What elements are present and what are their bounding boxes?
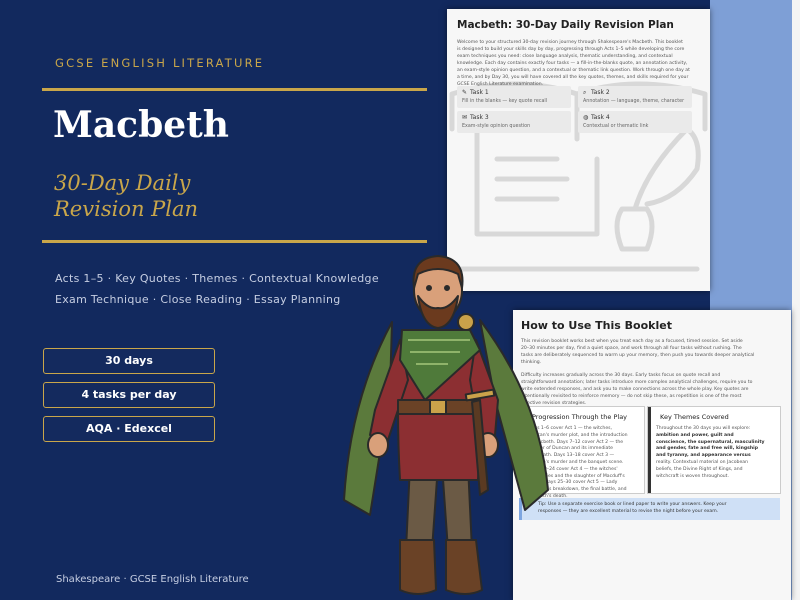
pill-tasks: 4 tasks per day <box>43 382 215 408</box>
task-card-2: ⌕ Task 2 Annotation — language, theme, ch… <box>578 86 692 108</box>
box-accent <box>648 407 651 493</box>
howto-para-2: Difficulty increases gradually across th… <box>521 372 783 407</box>
box-line: beliefs, the Divine Right of Kings, and <box>656 466 743 472</box>
cover-page: GCSE ENGLISH LITERATURE Macbeth 30-Day D… <box>0 0 800 600</box>
intro-line: knowledge. Each day contains exactly fou… <box>457 61 688 66</box>
pencil-icon: ✎ <box>462 89 468 96</box>
cover-footer: Shakespeare · GCSE English Literature <box>56 574 249 585</box>
gold-divider-top <box>42 88 427 91</box>
gold-divider-bottom <box>42 240 427 243</box>
subtitle-line-2: Revision Plan <box>54 197 199 221</box>
para-line: thinking. <box>521 360 542 365</box>
howto-para-1: This revision booklet works best when yo… <box>521 338 783 366</box>
tip-line: Tip: Use a separate exercise book or lin… <box>538 502 727 507</box>
task-label: Task 2 <box>591 89 610 96</box>
plan-title: Macbeth: 30-Day Daily Revision Plan <box>457 19 674 31</box>
box-line: ambition and power, guilt and <box>656 432 734 438</box>
search-icon: ⌕ <box>583 89 587 96</box>
para-line: write extended responses, and ask you to… <box>521 387 749 392</box>
task-label: Task 1 <box>470 89 489 96</box>
themes-body: Throughout the 30 days you will explore:… <box>656 426 768 480</box>
warrior-figure-icon <box>343 255 549 595</box>
task-label: Task 3 <box>470 114 489 121</box>
tip-text: Tip: Use a separate exercise book or lin… <box>538 502 770 515</box>
speech-bubble-icon: ✉ <box>462 114 468 121</box>
intro-line: a time, and by Day 30, you will have cov… <box>457 75 689 80</box>
para-line: This revision booklet works best when yo… <box>521 339 743 344</box>
task-description: Annotation — language, theme, character <box>583 99 685 104</box>
pill-boards: AQA · Edexcel <box>43 416 215 442</box>
task-card-3: ✉ Task 3 Exam-style opinion question <box>457 111 571 133</box>
pill-days: 30 days <box>43 348 215 374</box>
tip-line: responses — they are excellent material … <box>538 508 719 514</box>
intro-line: an exam-style opinion question, and a co… <box>457 68 690 73</box>
cover-subtitle: 30-Day Daily Revision Plan <box>54 170 354 222</box>
intro-line: is designed to build your skills day by … <box>457 47 685 52</box>
para-line: straightforward annotation; later tasks … <box>521 380 753 385</box>
subtitle-line-1: 30-Day Daily <box>54 171 191 195</box>
para-line: intentionally revisited to reinforce mem… <box>521 394 742 399</box>
para-line: 20–30 minutes per day, find a quiet spac… <box>521 346 742 351</box>
task-card-4: ◍ Task 4 Contextual or thematic link <box>578 111 692 133</box>
cover-kicker: GCSE ENGLISH LITERATURE <box>55 56 265 70</box>
globe-icon: ◍ <box>583 114 589 121</box>
box-line: and tyranny, and appearance versus <box>656 453 751 459</box>
box-line: reality. Contextual material on Jacobean <box>656 459 749 465</box>
task-label: Task 4 <box>591 114 610 121</box>
plan-intro: Welcome to your structured 30-day revisi… <box>457 39 703 88</box>
themes-heading: Key Themes Covered <box>660 413 729 421</box>
intro-line: exam techniques you need: close language… <box>457 54 673 59</box>
task-description: Exam-style opinion question <box>462 124 531 129</box>
task-description: Contextual or thematic link <box>583 124 649 129</box>
cover-title: Macbeth <box>53 104 229 146</box>
themes-box: Key Themes Covered Throughout the 30 day… <box>647 406 781 494</box>
intro-line: Welcome to your structured 30-day revisi… <box>457 40 683 45</box>
box-line: witchcraft is woven throughout. <box>656 473 729 479</box>
para-line: Difficulty increases gradually across th… <box>521 373 721 378</box>
task-description: Fill in the blanks — key quote recall <box>462 99 548 104</box>
box-line: Throughout the 30 days you will explore: <box>656 426 751 431</box>
para-line: tasks are deliberately sequenced to warm… <box>521 353 755 358</box>
task-card-1: ✎ Task 1 Fill in the blanks — key quote r… <box>457 86 571 108</box>
right-edge <box>792 0 800 600</box>
preview-page-plan: Macbeth: 30-Day Daily Revision Plan Welc… <box>447 9 710 291</box>
